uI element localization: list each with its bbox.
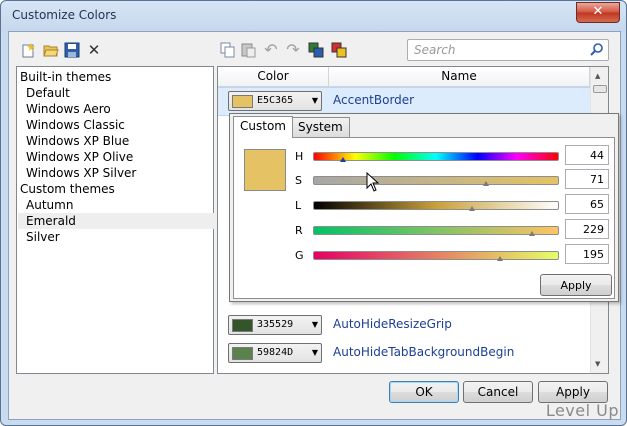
hue-value-input[interactable]: 44: [565, 145, 609, 165]
saturation-value-input[interactable]: 71: [565, 169, 609, 189]
theme-item[interactable]: Default: [26, 85, 220, 101]
theme-item[interactable]: Windows XP Olive: [26, 149, 220, 165]
delete-icon[interactable]: ✕: [86, 42, 102, 58]
saturation-slider-track[interactable]: [313, 176, 559, 185]
search-placeholder: Search: [414, 43, 456, 57]
scroll-up-arrow-icon[interactable]: ▲: [595, 72, 600, 80]
theme-item[interactable]: Autumn: [26, 197, 220, 213]
new-theme-icon[interactable]: [21, 42, 37, 58]
color-name: AccentBorder: [333, 93, 415, 107]
search-icon[interactable]: [590, 42, 604, 56]
chevron-down-icon: ▼: [311, 320, 318, 329]
color-dropdown[interactable]: 59824D ▼: [228, 343, 322, 363]
save-icon[interactable]: [64, 42, 80, 58]
apply-button[interactable]: Apply: [538, 381, 608, 403]
red-value-input[interactable]: 229: [565, 219, 609, 239]
theme-item[interactable]: Windows XP Blue: [26, 133, 220, 149]
theme-item-selected[interactable]: Emerald: [18, 213, 220, 229]
hue-slider-track[interactable]: [313, 152, 559, 161]
swap-colors-icon[interactable]: [308, 42, 324, 58]
color-swatch: [232, 95, 253, 108]
slider-label-r: R: [295, 224, 303, 237]
column-header-name[interactable]: Name: [329, 67, 590, 87]
lightness-slider-thumb[interactable]: [468, 206, 475, 211]
red-slider-track[interactable]: [313, 226, 559, 235]
saturation-slider-thumb[interactable]: [483, 181, 490, 186]
mouse-cursor-icon: [366, 171, 380, 192]
custom-themes-header: Custom themes: [20, 182, 115, 196]
open-icon[interactable]: [43, 42, 59, 58]
column-header-color[interactable]: Color: [218, 67, 329, 87]
scroll-down-arrow-icon[interactable]: ▼: [595, 360, 600, 368]
ok-button[interactable]: OK: [389, 381, 459, 403]
cancel-button[interactable]: Cancel: [463, 381, 533, 403]
color-dropdown[interactable]: E5C365 ▼: [228, 91, 322, 111]
chevron-down-icon: ▼: [311, 96, 318, 105]
table-row[interactable]: 59824D ▼ AutoHideTabBackgroundBegin: [218, 340, 590, 367]
theme-item[interactable]: Windows Classic: [26, 117, 220, 133]
paste-icon[interactable]: [241, 42, 257, 58]
green-slider-thumb[interactable]: [496, 256, 503, 261]
red-slider-thumb[interactable]: [529, 231, 536, 236]
theme-item[interactable]: Silver: [26, 229, 220, 245]
picker-apply-button[interactable]: Apply: [540, 274, 612, 296]
lightness-value-input[interactable]: 65: [565, 194, 609, 214]
lightness-slider-track[interactable]: [313, 201, 559, 210]
theme-item[interactable]: Windows Aero: [26, 101, 220, 117]
slider-label-l: L: [295, 199, 302, 212]
slider-label-h: H: [295, 150, 304, 163]
slider-label-s: S: [295, 174, 302, 187]
color-preview: [244, 149, 286, 191]
color-picker-popup: Custom System H 44 S 71 L 65 R 229 G 195: [229, 113, 619, 302]
chevron-down-icon: ▼: [311, 348, 318, 357]
color-swatch: [232, 319, 253, 332]
color-swatch: [232, 347, 253, 360]
scroll-thumb[interactable]: [593, 85, 607, 93]
copy-icon[interactable]: [220, 42, 236, 58]
search-box[interactable]: Search: [407, 39, 609, 61]
window-title: Customize Colors: [12, 8, 117, 22]
theme-item[interactable]: Windows XP Silver: [26, 165, 220, 181]
green-slider-track[interactable]: [313, 251, 559, 260]
undo-icon[interactable]: ↶: [263, 42, 279, 58]
window-close-button[interactable]: ✕: [576, 2, 620, 23]
slider-label-g: G: [295, 249, 304, 262]
builtin-themes-header: Built-in themes: [20, 70, 112, 84]
watermark: Level Up: [545, 401, 619, 420]
color-hex: E5C365: [257, 95, 294, 106]
color-hex: 59824D: [257, 347, 294, 358]
color-dropdown[interactable]: 335529 ▼: [228, 315, 322, 335]
tab-custom[interactable]: Custom: [233, 116, 293, 138]
table-row[interactable]: 335529 ▼ AutoHideResizeGrip: [218, 312, 590, 339]
color-hex: 335529: [257, 319, 294, 330]
redo-icon[interactable]: ↷: [285, 42, 301, 58]
green-value-input[interactable]: 195: [565, 244, 609, 264]
tab-system[interactable]: System: [291, 117, 350, 137]
themes-list[interactable]: Built-in themes Default Windows Aero Win…: [16, 66, 220, 374]
color-name: AutoHideTabBackgroundBegin: [333, 345, 515, 359]
color-name: AutoHideResizeGrip: [333, 317, 452, 331]
hue-slider-thumb[interactable]: [339, 157, 346, 162]
customize-colors-window: Customize Colors ✕ ✕ ↶ ↷ Search Built-in…: [0, 0, 627, 426]
table-row[interactable]: E5C365 ▼ AccentBorder: [218, 87, 590, 116]
custom-tab-page: H 44 S 71 L 65 R 229 G 195 Apply: [233, 137, 615, 299]
reset-colors-icon[interactable]: [331, 42, 347, 58]
